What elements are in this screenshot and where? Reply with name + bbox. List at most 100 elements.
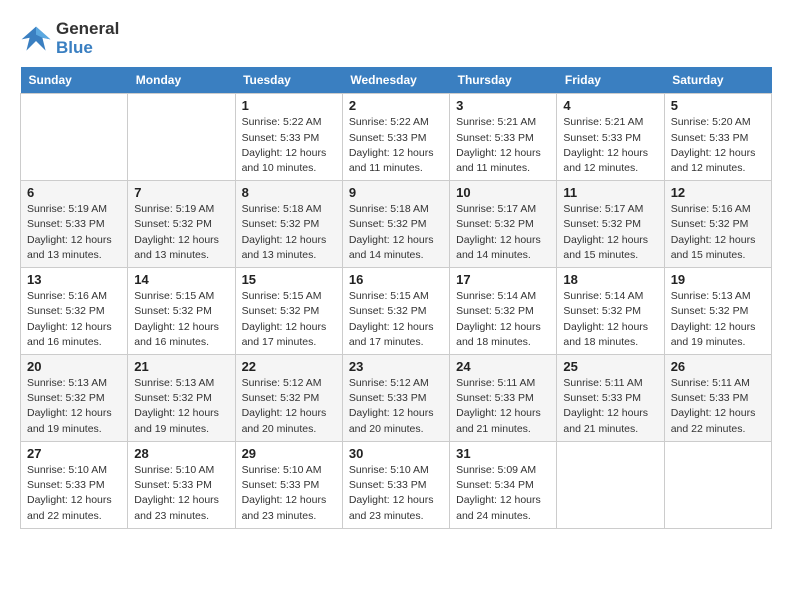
day-number: 13: [27, 272, 121, 287]
day-info: Sunrise: 5:22 AMSunset: 5:33 PMDaylight:…: [349, 115, 443, 176]
calendar-cell: 26 Sunrise: 5:11 AMSunset: 5:33 PMDayligh…: [664, 355, 771, 442]
day-number: 20: [27, 359, 121, 374]
calendar-cell: 14 Sunrise: 5:15 AMSunset: 5:32 PMDayligh…: [128, 268, 235, 355]
day-info: Sunrise: 5:10 AMSunset: 5:33 PMDaylight:…: [27, 463, 121, 524]
day-number: 7: [134, 185, 228, 200]
calendar-cell: 8 Sunrise: 5:18 AMSunset: 5:32 PMDaylight…: [235, 181, 342, 268]
calendar-cell: 5 Sunrise: 5:20 AMSunset: 5:33 PMDaylight…: [664, 94, 771, 181]
calendar-cell: 17 Sunrise: 5:14 AMSunset: 5:32 PMDayligh…: [450, 268, 557, 355]
day-number: 6: [27, 185, 121, 200]
calendar-cell: 29 Sunrise: 5:10 AMSunset: 5:33 PMDayligh…: [235, 441, 342, 528]
day-number: 16: [349, 272, 443, 287]
day-number: 25: [563, 359, 657, 374]
weekday-header-friday: Friday: [557, 67, 664, 94]
weekday-header-wednesday: Wednesday: [342, 67, 449, 94]
day-info: Sunrise: 5:14 AMSunset: 5:32 PMDaylight:…: [456, 289, 550, 350]
day-info: Sunrise: 5:10 AMSunset: 5:33 PMDaylight:…: [242, 463, 336, 524]
day-number: 4: [563, 98, 657, 113]
day-info: Sunrise: 5:18 AMSunset: 5:32 PMDaylight:…: [349, 202, 443, 263]
calendar-cell: 25 Sunrise: 5:11 AMSunset: 5:33 PMDayligh…: [557, 355, 664, 442]
day-info: Sunrise: 5:18 AMSunset: 5:32 PMDaylight:…: [242, 202, 336, 263]
day-number: 21: [134, 359, 228, 374]
calendar-table: SundayMondayTuesdayWednesdayThursdayFrid…: [20, 67, 772, 528]
day-info: Sunrise: 5:22 AMSunset: 5:33 PMDaylight:…: [242, 115, 336, 176]
day-info: Sunrise: 5:14 AMSunset: 5:32 PMDaylight:…: [563, 289, 657, 350]
day-number: 2: [349, 98, 443, 113]
day-info: Sunrise: 5:11 AMSunset: 5:33 PMDaylight:…: [671, 376, 765, 437]
day-number: 17: [456, 272, 550, 287]
day-info: Sunrise: 5:16 AMSunset: 5:32 PMDaylight:…: [27, 289, 121, 350]
day-number: 26: [671, 359, 765, 374]
calendar-cell: 22 Sunrise: 5:12 AMSunset: 5:32 PMDayligh…: [235, 355, 342, 442]
day-number: 15: [242, 272, 336, 287]
calendar-cell: 6 Sunrise: 5:19 AMSunset: 5:33 PMDaylight…: [21, 181, 128, 268]
calendar-cell: 4 Sunrise: 5:21 AMSunset: 5:33 PMDaylight…: [557, 94, 664, 181]
day-info: Sunrise: 5:09 AMSunset: 5:34 PMDaylight:…: [456, 463, 550, 524]
day-info: Sunrise: 5:15 AMSunset: 5:32 PMDaylight:…: [242, 289, 336, 350]
day-number: 8: [242, 185, 336, 200]
day-info: Sunrise: 5:15 AMSunset: 5:32 PMDaylight:…: [349, 289, 443, 350]
day-info: Sunrise: 5:11 AMSunset: 5:33 PMDaylight:…: [563, 376, 657, 437]
day-info: Sunrise: 5:13 AMSunset: 5:32 PMDaylight:…: [27, 376, 121, 437]
day-number: 9: [349, 185, 443, 200]
calendar-cell: 11 Sunrise: 5:17 AMSunset: 5:32 PMDayligh…: [557, 181, 664, 268]
day-info: Sunrise: 5:10 AMSunset: 5:33 PMDaylight:…: [134, 463, 228, 524]
calendar-week-row: 1 Sunrise: 5:22 AMSunset: 5:33 PMDaylight…: [21, 94, 772, 181]
calendar-cell: 20 Sunrise: 5:13 AMSunset: 5:32 PMDayligh…: [21, 355, 128, 442]
calendar-week-row: 13 Sunrise: 5:16 AMSunset: 5:32 PMDayligh…: [21, 268, 772, 355]
day-number: 22: [242, 359, 336, 374]
weekday-header-tuesday: Tuesday: [235, 67, 342, 94]
day-number: 12: [671, 185, 765, 200]
day-number: 1: [242, 98, 336, 113]
page-header: General Blue: [20, 20, 772, 57]
calendar-cell: [21, 94, 128, 181]
calendar-cell: 18Sunrise: 5:14 AMSunset: 5:32 PMDayligh…: [557, 268, 664, 355]
calendar-cell: 2 Sunrise: 5:22 AMSunset: 5:33 PMDaylight…: [342, 94, 449, 181]
calendar-cell: [664, 441, 771, 528]
day-number: 5: [671, 98, 765, 113]
calendar-cell: 12 Sunrise: 5:16 AMSunset: 5:32 PMDayligh…: [664, 181, 771, 268]
calendar-cell: 27 Sunrise: 5:10 AMSunset: 5:33 PMDayligh…: [21, 441, 128, 528]
calendar-cell: 23 Sunrise: 5:12 AMSunset: 5:33 PMDayligh…: [342, 355, 449, 442]
day-info: Sunrise: 5:10 AMSunset: 5:33 PMDaylight:…: [349, 463, 443, 524]
day-info: Sunrise: 5:16 AMSunset: 5:32 PMDaylight:…: [671, 202, 765, 263]
weekday-header-row: SundayMondayTuesdayWednesdayThursdayFrid…: [21, 67, 772, 94]
day-number: 14: [134, 272, 228, 287]
day-info: Sunrise: 5:13 AMSunset: 5:32 PMDaylight:…: [134, 376, 228, 437]
calendar-cell: 24Sunrise: 5:11 AMSunset: 5:33 PMDayligh…: [450, 355, 557, 442]
logo-icon: [20, 25, 52, 53]
day-info: Sunrise: 5:19 AMSunset: 5:32 PMDaylight:…: [134, 202, 228, 263]
logo-text-blue: Blue: [56, 38, 93, 57]
day-number: 19: [671, 272, 765, 287]
calendar-cell: 30 Sunrise: 5:10 AMSunset: 5:33 PMDayligh…: [342, 441, 449, 528]
day-number: 11: [563, 185, 657, 200]
day-number: 31: [456, 446, 550, 461]
day-info: Sunrise: 5:19 AMSunset: 5:33 PMDaylight:…: [27, 202, 121, 263]
logo: General Blue: [20, 20, 119, 57]
day-number: 29: [242, 446, 336, 461]
day-info: Sunrise: 5:15 AMSunset: 5:32 PMDaylight:…: [134, 289, 228, 350]
calendar-cell: [128, 94, 235, 181]
calendar-cell: 7 Sunrise: 5:19 AMSunset: 5:32 PMDaylight…: [128, 181, 235, 268]
day-info: Sunrise: 5:21 AMSunset: 5:33 PMDaylight:…: [563, 115, 657, 176]
calendar-cell: 3 Sunrise: 5:21 AMSunset: 5:33 PMDaylight…: [450, 94, 557, 181]
day-number: 27: [27, 446, 121, 461]
day-info: Sunrise: 5:21 AMSunset: 5:33 PMDaylight:…: [456, 115, 550, 176]
day-info: Sunrise: 5:20 AMSunset: 5:33 PMDaylight:…: [671, 115, 765, 176]
calendar-cell: 10 Sunrise: 5:17 AMSunset: 5:32 PMDayligh…: [450, 181, 557, 268]
day-info: Sunrise: 5:17 AMSunset: 5:32 PMDaylight:…: [563, 202, 657, 263]
day-info: Sunrise: 5:12 AMSunset: 5:32 PMDaylight:…: [242, 376, 336, 437]
day-info: Sunrise: 5:12 AMSunset: 5:33 PMDaylight:…: [349, 376, 443, 437]
weekday-header-saturday: Saturday: [664, 67, 771, 94]
day-number: 30: [349, 446, 443, 461]
day-info: Sunrise: 5:17 AMSunset: 5:32 PMDaylight:…: [456, 202, 550, 263]
calendar-cell: 16 Sunrise: 5:15 AMSunset: 5:32 PMDayligh…: [342, 268, 449, 355]
day-number: 10: [456, 185, 550, 200]
weekday-header-sunday: Sunday: [21, 67, 128, 94]
calendar-cell: 21 Sunrise: 5:13 AMSunset: 5:32 PMDayligh…: [128, 355, 235, 442]
day-number: 28: [134, 446, 228, 461]
day-number: 23: [349, 359, 443, 374]
day-number: 3: [456, 98, 550, 113]
calendar-week-row: 6 Sunrise: 5:19 AMSunset: 5:33 PMDaylight…: [21, 181, 772, 268]
logo-text-general: General: [56, 19, 119, 38]
